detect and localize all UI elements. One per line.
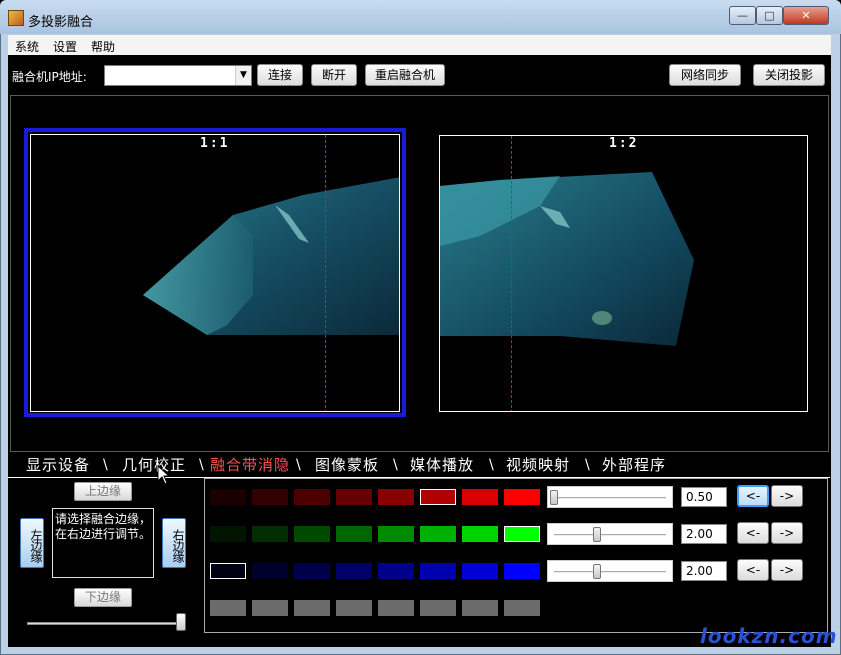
menu-settings[interactable]: 设置: [53, 38, 77, 55]
color-swatch[interactable]: [462, 600, 498, 616]
color-swatch[interactable]: [210, 489, 246, 505]
color-swatch[interactable]: [294, 563, 330, 579]
disconnect-button[interactable]: 断开: [311, 64, 357, 86]
color-swatch[interactable]: [378, 600, 414, 616]
tab-geometry-correction[interactable]: 几何校正: [122, 454, 186, 475]
slider-track: [554, 497, 666, 499]
gamma-slider[interactable]: [547, 560, 673, 582]
tab-separator: \: [489, 457, 494, 473]
slider-track: [554, 571, 666, 573]
left-edge-button[interactable]: 左边缘: [20, 518, 44, 568]
edge-width-slider[interactable]: [27, 622, 185, 625]
tab-display-devices[interactable]: 显示设备: [26, 454, 90, 475]
color-swatch[interactable]: [462, 563, 498, 579]
gamma-value-field[interactable]: 2.00: [681, 561, 727, 581]
ip-address-combobox[interactable]: ▼: [104, 65, 252, 86]
screen-2-image: [440, 172, 694, 346]
color-swatch[interactable]: [252, 489, 288, 505]
color-swatch[interactable]: [336, 526, 372, 542]
color-swatch[interactable]: [504, 600, 540, 616]
mouse-cursor-icon: [157, 465, 171, 485]
gamma-value-field[interactable]: 2.00: [681, 524, 727, 544]
color-swatch[interactable]: [336, 563, 372, 579]
tab-separator: \: [103, 457, 108, 473]
network-sync-button[interactable]: 网络同步: [669, 64, 741, 86]
watermark: lookzn.com: [700, 624, 838, 648]
color-swatch[interactable]: [252, 526, 288, 542]
color-swatch[interactable]: [210, 563, 246, 579]
color-swatch[interactable]: [420, 489, 456, 505]
color-swatch[interactable]: [252, 563, 288, 579]
color-swatch[interactable]: [294, 489, 330, 505]
decrease-button[interactable]: <-: [737, 522, 769, 544]
connect-button[interactable]: 连接: [257, 64, 303, 86]
tab-media-playback[interactable]: 媒体播放: [410, 454, 474, 475]
ip-label: 融合机IP地址:: [12, 70, 87, 84]
color-swatch[interactable]: [378, 526, 414, 542]
color-swatch[interactable]: [336, 489, 372, 505]
top-edge-button[interactable]: 上边缘: [74, 482, 132, 501]
color-swatch[interactable]: [420, 526, 456, 542]
screen-label: 1:2: [609, 136, 639, 151]
close-projection-button[interactable]: 关闭投影: [753, 64, 825, 86]
color-swatch[interactable]: [252, 600, 288, 616]
menu-system[interactable]: 系统: [15, 38, 39, 55]
screen-1-2[interactable]: 1:2: [439, 135, 808, 412]
color-swatch[interactable]: [336, 600, 372, 616]
decrease-button[interactable]: <-: [737, 559, 769, 581]
tab-blend-blanking[interactable]: 融合带消隐: [210, 454, 290, 475]
color-swatch[interactable]: [378, 563, 414, 579]
screen-1-1[interactable]: 1:1: [30, 134, 400, 412]
color-swatch[interactable]: [210, 526, 246, 542]
color-swatch[interactable]: [504, 563, 540, 579]
increase-button[interactable]: ->: [771, 559, 803, 581]
title-bar[interactable]: 多投影融合 — □ ✕: [0, 0, 841, 34]
menu-help[interactable]: 帮助: [91, 38, 115, 55]
color-swatch[interactable]: [504, 489, 540, 505]
tab-image-mask[interactable]: 图像蒙板: [315, 454, 379, 475]
increase-button[interactable]: ->: [771, 485, 803, 507]
gamma-value-field[interactable]: 0.50: [681, 487, 727, 507]
right-edge-button[interactable]: 右边缘: [162, 518, 186, 568]
minimize-button[interactable]: —: [729, 6, 756, 25]
color-swatch[interactable]: [462, 526, 498, 542]
tab-video-mapping[interactable]: 视频映射: [506, 454, 570, 475]
tab-separator: \: [296, 457, 301, 473]
color-swatch[interactable]: [210, 600, 246, 616]
tab-separator: \: [199, 457, 204, 473]
close-button[interactable]: ✕: [783, 6, 829, 25]
color-swatch[interactable]: [504, 526, 540, 542]
screen-1-image: [143, 177, 399, 335]
slider-track: [554, 534, 666, 536]
blend-guide-line: [511, 136, 512, 411]
dropdown-arrow-icon[interactable]: ▼: [235, 66, 251, 85]
tab-external-program[interactable]: 外部程序: [602, 454, 666, 475]
tab-separator: \: [393, 457, 398, 473]
tab-separator: \: [585, 457, 590, 473]
slider-thumb[interactable]: [550, 490, 558, 505]
app-icon: [8, 10, 24, 26]
edge-hint-textbox: 请选择融合边缘，在右边进行调节。: [52, 508, 154, 578]
screen-label: 1:1: [200, 136, 230, 151]
color-swatch[interactable]: [294, 600, 330, 616]
decrease-button[interactable]: <-: [737, 485, 769, 507]
window-title: 多投影融合: [28, 15, 94, 30]
color-swatch[interactable]: [462, 489, 498, 505]
color-swatch[interactable]: [420, 600, 456, 616]
bottom-edge-button[interactable]: 下边缘: [74, 588, 132, 607]
color-swatch[interactable]: [420, 563, 456, 579]
color-swatch[interactable]: [294, 526, 330, 542]
maximize-button[interactable]: □: [756, 6, 783, 25]
increase-button[interactable]: ->: [771, 522, 803, 544]
gamma-slider[interactable]: [547, 523, 673, 545]
restart-button[interactable]: 重启融合机: [365, 64, 445, 86]
slider-thumb[interactable]: [592, 564, 601, 579]
menu-bar: 系统 设置 帮助: [8, 35, 831, 55]
blend-guide-line: [325, 135, 326, 411]
slider-thumb[interactable]: [592, 527, 601, 542]
color-swatch[interactable]: [378, 489, 414, 505]
gamma-slider[interactable]: [547, 486, 673, 508]
edge-width-slider-thumb[interactable]: [176, 613, 186, 631]
